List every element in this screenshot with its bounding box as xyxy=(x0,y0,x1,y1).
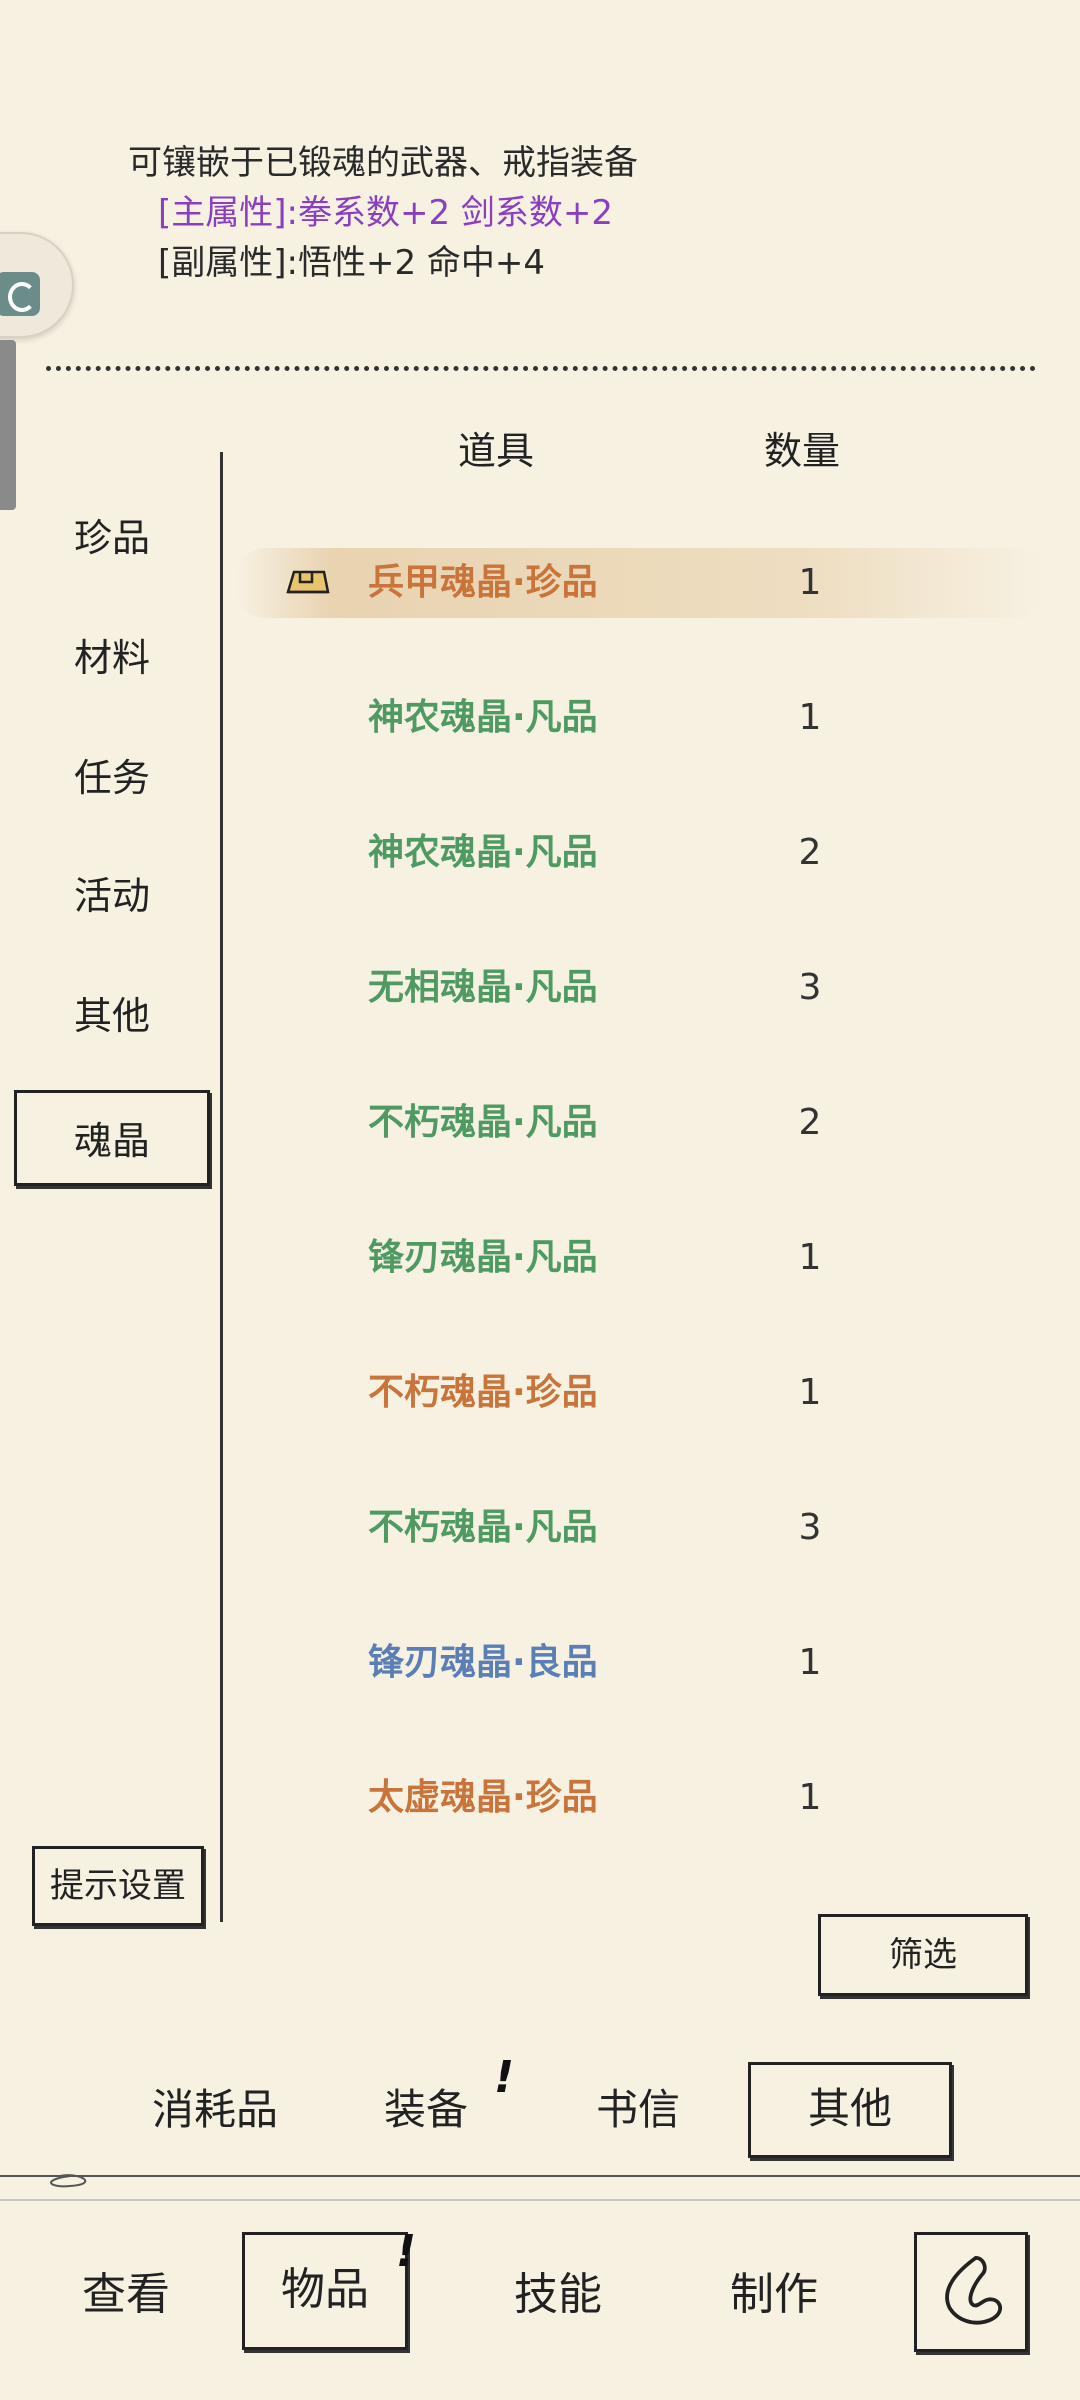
side-pull-tab[interactable] xyxy=(0,340,16,510)
item-quantity: 2 xyxy=(798,1102,822,1143)
column-header-quantity: 数量 xyxy=(764,429,841,473)
tab-consumables[interactable]: 消耗品 xyxy=(152,2062,278,2158)
item-name[interactable]: 不朽魂晶·凡品 xyxy=(368,1093,768,1153)
sidebar-item-materials[interactable]: 材料 xyxy=(14,610,210,706)
wave-divider xyxy=(0,2174,1080,2201)
hint-settings-button[interactable]: 提示设置 xyxy=(32,1846,204,1926)
nav-craft[interactable]: 制作 xyxy=(730,2240,818,2350)
equipment-alert-icon: ! xyxy=(494,2052,515,2103)
item-name[interactable]: 不朽魂晶·凡品 xyxy=(368,1498,768,1558)
sidebar-item-event[interactable]: 活动 xyxy=(14,848,210,944)
back-button[interactable] xyxy=(914,2232,1028,2352)
treasure-box-icon xyxy=(286,570,330,594)
back-icon xyxy=(945,2255,1003,2325)
nav-items[interactable]: 物品 xyxy=(242,2232,408,2350)
tab-equipment[interactable]: 装备 xyxy=(384,2062,468,2158)
item-name[interactable]: 锋刃魂晶·良品 xyxy=(368,1633,768,1693)
item-name[interactable]: 不朽魂晶·珍品 xyxy=(368,1363,768,1423)
item-name[interactable]: 无相魂晶·凡品 xyxy=(368,958,768,1018)
item-quantity: 1 xyxy=(798,1372,822,1413)
item-quantity: 1 xyxy=(798,1237,822,1278)
item-quantity: 1 xyxy=(798,1642,822,1683)
item-quantity: 1 xyxy=(798,1777,822,1818)
tab-letters[interactable]: 书信 xyxy=(596,2062,680,2158)
sidebar-item-other[interactable]: 其他 xyxy=(14,968,210,1064)
item-quantity: 2 xyxy=(798,832,822,873)
item-description: 可镶嵌于已锻魂的武器、戒指装备 [主属性]:拳系数+2 剑系数+2 [副属性]:… xyxy=(128,138,638,288)
nav-skills[interactable]: 技能 xyxy=(514,2240,602,2350)
dotted-divider xyxy=(46,366,1036,371)
sidebar-item-soul-crystal[interactable]: 魂晶 xyxy=(14,1090,210,1186)
nav-view[interactable]: 查看 xyxy=(82,2240,170,2350)
tab-other[interactable]: 其他 xyxy=(748,2062,952,2158)
item-quantity: 3 xyxy=(798,967,822,1008)
item-quantity: 1 xyxy=(798,697,822,738)
sidebar-item-treasure[interactable]: 珍品 xyxy=(14,490,210,586)
item-quantity: 3 xyxy=(798,1507,822,1548)
description-line: 可镶嵌于已锻魂的武器、戒指装备 xyxy=(128,143,638,183)
main-attribute: [主属性]:拳系数+2 剑系数+2 xyxy=(158,193,614,233)
filter-button[interactable]: 筛选 xyxy=(818,1914,1028,1996)
column-header-item: 道具 xyxy=(458,429,535,473)
sidebar-item-quest[interactable]: 任务 xyxy=(14,730,210,826)
assistant-icon xyxy=(0,272,40,316)
item-name[interactable]: 兵甲魂晶·珍品 xyxy=(368,553,768,613)
item-name[interactable]: 神农魂晶·凡品 xyxy=(368,688,768,748)
item-name[interactable]: 神农魂晶·凡品 xyxy=(368,823,768,883)
sub-attribute: [副属性]:悟性+2 命中+4 xyxy=(158,243,546,283)
sidebar-divider xyxy=(220,452,223,1922)
items-alert-icon: ! xyxy=(396,2226,417,2277)
item-quantity: 1 xyxy=(798,562,822,603)
item-name[interactable]: 太虚魂晶·珍品 xyxy=(368,1768,768,1828)
floating-assistant-button[interactable] xyxy=(0,232,74,338)
item-name[interactable]: 锋刃魂晶·凡品 xyxy=(368,1228,768,1288)
